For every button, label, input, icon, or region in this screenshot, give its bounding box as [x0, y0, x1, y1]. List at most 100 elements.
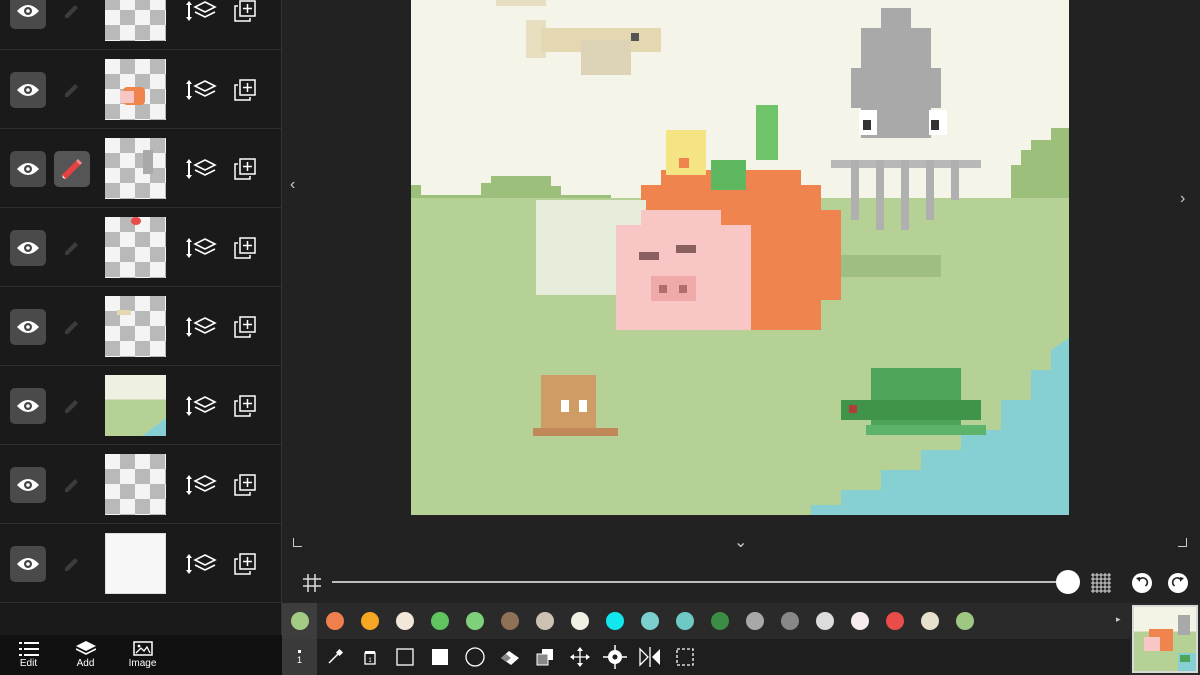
layer-edit-button[interactable]	[54, 467, 90, 503]
color-swatch[interactable]	[772, 603, 807, 639]
layer-thumbnail[interactable]	[105, 533, 166, 594]
redo-icon[interactable]	[1167, 572, 1189, 594]
grid-off-icon[interactable]	[302, 573, 322, 593]
color-swatch[interactable]	[352, 603, 387, 639]
selection-icon	[675, 648, 694, 666]
color-swatch[interactable]	[702, 603, 737, 639]
layer-row[interactable]	[0, 208, 281, 287]
undo-icon[interactable]	[1131, 572, 1153, 594]
flip-horizontal-button[interactable]	[632, 639, 667, 675]
layer-edit-button[interactable]	[54, 0, 90, 29]
layer-thumbnail[interactable]	[105, 59, 166, 120]
zoom-slider-knob[interactable]	[1056, 570, 1081, 594]
layer-duplicate-button[interactable]	[234, 474, 256, 496]
layer-merge-button[interactable]	[184, 472, 218, 498]
color-swatch[interactable]	[457, 603, 492, 639]
layer-visibility-button[interactable]	[10, 467, 46, 503]
layer-thumbnail[interactable]	[105, 0, 166, 41]
layer-thumbnail[interactable]	[105, 138, 166, 199]
layer-edit-button[interactable]	[54, 309, 90, 345]
scroll-down-icon[interactable]: ⌄	[734, 532, 747, 552]
rectangle-outline-button[interactable]	[387, 639, 422, 675]
color-palette	[282, 603, 1130, 639]
zoom-slider[interactable]	[332, 570, 1081, 594]
color-swatch[interactable]	[632, 603, 667, 639]
crosshair-button[interactable]	[597, 639, 632, 675]
layer-edit-button[interactable]	[54, 72, 90, 108]
eyedropper-button[interactable]	[317, 639, 352, 675]
layer-row[interactable]	[0, 445, 281, 524]
layer-edit-button[interactable]	[54, 151, 90, 187]
layer-edit-button[interactable]	[54, 230, 90, 266]
layer-duplicate-button[interactable]	[234, 79, 256, 101]
color-swatch[interactable]	[947, 603, 982, 639]
color-swatch[interactable]	[737, 603, 772, 639]
pixel-canvas[interactable]	[411, 0, 1069, 515]
layer-row[interactable]	[0, 366, 281, 445]
color-swatch[interactable]	[597, 603, 632, 639]
layer-thumbnail[interactable]	[105, 375, 166, 436]
color-swatch[interactable]	[317, 603, 352, 639]
bucket-fill-button[interactable]: 1	[352, 639, 387, 675]
layer-merge-button[interactable]	[184, 235, 218, 261]
layer-thumbnail[interactable]	[105, 296, 166, 357]
layer-merge-button[interactable]	[184, 393, 218, 419]
layer-merge-button[interactable]	[184, 156, 218, 182]
color-swatch[interactable]	[842, 603, 877, 639]
layer-row[interactable]	[0, 0, 281, 50]
layer-duplicate-button[interactable]	[234, 158, 256, 180]
color-swatch[interactable]	[912, 603, 947, 639]
color-swatch[interactable]	[877, 603, 912, 639]
layer-merge-button[interactable]	[184, 77, 218, 103]
selection-button[interactable]	[667, 639, 702, 675]
eraser-button[interactable]	[492, 639, 527, 675]
edit-button[interactable]: Edit	[0, 635, 57, 675]
add-layer-button[interactable]: Add	[57, 635, 114, 675]
layer-visibility-button[interactable]	[10, 151, 46, 187]
color-swatch[interactable]	[492, 603, 527, 639]
swatch-dot	[955, 612, 974, 630]
layer-row[interactable]	[0, 129, 281, 208]
grid-on-icon[interactable]	[1090, 572, 1112, 594]
layer-fill-button[interactable]	[527, 639, 562, 675]
layer-visibility-button[interactable]	[10, 546, 46, 582]
brush-size-button[interactable]: 1	[282, 639, 317, 675]
color-swatch[interactable]	[667, 603, 702, 639]
layer-row[interactable]	[0, 524, 281, 603]
move-button[interactable]	[562, 639, 597, 675]
layer-merge-button[interactable]	[184, 551, 218, 577]
layer-merge-button[interactable]	[184, 314, 218, 340]
rectangle-filled-button[interactable]	[422, 639, 457, 675]
scroll-left-icon[interactable]: ‹	[290, 176, 295, 194]
pencil-icon	[65, 558, 78, 571]
circle-button[interactable]	[457, 639, 492, 675]
layer-duplicate-button[interactable]	[234, 395, 256, 417]
color-swatch[interactable]	[387, 603, 422, 639]
layer-visibility-button[interactable]	[10, 230, 46, 266]
layer-thumbnail[interactable]	[105, 454, 166, 515]
layer-visibility-button[interactable]	[10, 0, 46, 29]
layer-edit-button[interactable]	[54, 388, 90, 424]
layer-row[interactable]	[0, 50, 281, 129]
palette-more-icon[interactable]: ▸	[1116, 614, 1121, 625]
canvas-preview[interactable]	[1130, 603, 1200, 675]
layer-visibility-button[interactable]	[10, 309, 46, 345]
image-button[interactable]: Image	[114, 635, 171, 675]
layer-duplicate-button[interactable]	[234, 0, 256, 22]
color-swatch[interactable]	[807, 603, 842, 639]
color-swatch[interactable]	[527, 603, 562, 639]
layer-duplicate-button[interactable]	[234, 316, 256, 338]
color-swatch[interactable]	[422, 603, 457, 639]
layer-visibility-button[interactable]	[10, 72, 46, 108]
color-swatch[interactable]	[562, 603, 597, 639]
layer-duplicate-button[interactable]	[234, 237, 256, 259]
layer-thumbnail[interactable]	[105, 217, 166, 278]
swatch-dot	[920, 612, 939, 630]
scroll-right-icon[interactable]: ›	[1180, 190, 1185, 208]
layer-edit-button[interactable]	[54, 546, 90, 582]
color-swatch[interactable]	[282, 603, 317, 639]
layer-row[interactable]	[0, 287, 281, 366]
layer-merge-button[interactable]	[184, 0, 218, 24]
layer-visibility-button[interactable]	[10, 388, 46, 424]
layer-duplicate-button[interactable]	[234, 553, 256, 575]
